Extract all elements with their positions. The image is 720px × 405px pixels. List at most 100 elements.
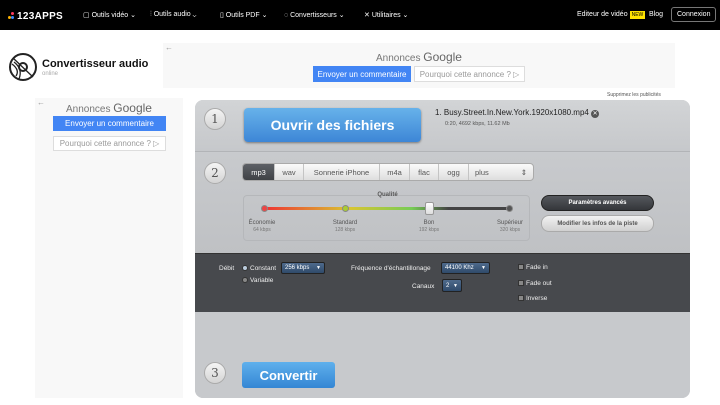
blog-link[interactable]: Blog (649, 11, 663, 18)
nav-label: Outils PDF (225, 12, 260, 19)
frequency-select[interactable]: 44100 Khz ▼ (441, 262, 490, 274)
level-name: Économie (248, 220, 276, 226)
google-brand: Google (423, 50, 462, 64)
nav-outils-video[interactable]: ▢ Outils vidéo ⌄ (83, 11, 136, 19)
nav-label: Convertisseurs (290, 12, 337, 19)
nav-utilitaires[interactable]: ✕ Utilitaires ⌄ (364, 11, 408, 19)
new-badge: NEW (629, 11, 646, 19)
converter-panel: 1 Ouvrir des fichiers 1. Busy.Street.In.… (195, 100, 690, 398)
open-files-button[interactable]: Ouvrir des fichiers (244, 108, 421, 142)
tab-more-formats[interactable]: plus ⇕ (469, 164, 533, 180)
side-ad: ← Annonces Google Envoyer un commentaire… (35, 98, 183, 398)
remove-ads-link[interactable]: Supprimez les publicités (607, 92, 661, 98)
updown-icon: ⇕ (520, 167, 527, 177)
constant-radio[interactable]: Constant (242, 265, 276, 272)
file-name: 1. Busy.Street.In.New.York.1920x1080.mp4… (435, 108, 600, 118)
quality-level: Supérieur 320 kbps (490, 220, 530, 234)
why-ad-button[interactable]: Pourquoi cette annonce ? ▷ (414, 66, 525, 82)
tab-flac[interactable]: flac (410, 164, 439, 180)
level-rate: 128 kbps (334, 227, 356, 233)
slider-stop[interactable] (506, 205, 513, 212)
nav-outils-pdf[interactable]: ▯ Outils PDF ⌄ (220, 11, 267, 19)
bitrate-value: 256 kbps (285, 265, 310, 271)
radio-icon (242, 277, 248, 284)
tab-ogg[interactable]: ogg (439, 164, 469, 180)
file-name-text: 1. Busy.Street.In.New.York.1920x1080.mp4 (435, 108, 589, 117)
feedback-button[interactable]: Envoyer un commentaire (313, 66, 411, 82)
editor-label: Editeur de vidéo (577, 11, 628, 18)
logo-icon (8, 11, 14, 20)
channels-select[interactable]: 2 ▼ (442, 279, 462, 292)
fade-in-checkbox[interactable]: Fade in (518, 264, 548, 271)
nav-convertisseurs[interactable]: ◌ Convertisseurs ⌄ (284, 11, 345, 19)
level-name: Standard (332, 220, 358, 226)
ad-label: Annonces Google (35, 101, 183, 115)
format-tabs: mp3 wav Sonnerie iPhone m4a flac ogg plu… (242, 163, 534, 181)
slider-stop[interactable] (342, 205, 349, 212)
tab-wav[interactable]: wav (275, 164, 304, 180)
advanced-settings-section: Débit Constant Variable 256 kbps ▼ Fréque… (195, 253, 690, 312)
ad-label-text: Annonces (66, 104, 111, 115)
level-rate: 64 kbps (253, 227, 271, 233)
remove-file-icon[interactable]: ✕ (591, 110, 600, 118)
convert-button[interactable]: Convertir (242, 362, 335, 388)
tab-m4a[interactable]: m4a (380, 164, 410, 180)
video-editor-link[interactable]: Editeur de vidéo NEW (577, 11, 646, 19)
quality-level: Économie 64 kbps (242, 220, 282, 234)
more-label: plus (475, 167, 489, 177)
channels-value: 2 (446, 282, 450, 289)
step-number: 1 (204, 108, 226, 130)
why-ad-label: Pourquoi cette annonce ? (59, 139, 151, 148)
tab-sonnerie-iphone[interactable]: Sonnerie iPhone (304, 164, 380, 180)
level-rate: 192 kbps (418, 227, 440, 233)
audio-disc-icon (8, 52, 38, 82)
step-number: 2 (204, 162, 226, 184)
feedback-button[interactable]: Envoyer un commentaire (53, 116, 166, 131)
top-navbar: 123APPS ▢ Outils vidéo ⌄ ⫶ Outils audio … (0, 0, 720, 30)
fade-out-checkbox[interactable]: Fade out (518, 280, 552, 287)
why-ad-label: Pourquoi cette annonce ? (419, 69, 511, 79)
why-ad-button[interactable]: Pourquoi cette annonce ? ▷ (53, 136, 166, 151)
slider-stop[interactable] (261, 205, 268, 212)
constant-label: Constant (250, 265, 277, 272)
tab-mp3[interactable]: mp3 (243, 164, 275, 180)
app-title: Convertisseur audio (42, 58, 149, 70)
nav-label: Outils audio (153, 11, 191, 18)
step-number: 3 (204, 362, 226, 384)
fade-in-label: Fade in (526, 264, 548, 271)
ad-label-text: Annonces (376, 53, 421, 64)
nav-label: Outils vidéo (91, 12, 129, 19)
top-ad: ← Annonces Google Envoyer un commentaire… (163, 43, 675, 88)
level-rate: 320 kbps (499, 227, 521, 233)
level-name: Bon (423, 220, 435, 226)
dropdown-icon: ▼ (481, 265, 486, 271)
quality-level: Bon 192 kbps (409, 220, 449, 234)
frequency-value: 44100 Khz (445, 265, 474, 271)
nav-label: Utilitaires (371, 12, 401, 19)
file-meta: 0:20, 4692 kbps, 11.62 Mb (445, 121, 510, 127)
checkbox-icon (518, 264, 524, 271)
bitrate-select[interactable]: 256 kbps ▼ (281, 262, 325, 274)
variable-radio[interactable]: Variable (242, 277, 273, 284)
nav-outils-audio[interactable]: ⫶ Outils audio ⌄ (150, 11, 196, 19)
reverse-label: Inverse (526, 295, 548, 302)
advanced-settings-button[interactable]: Paramètres avancés (541, 195, 654, 211)
ad-label: Annonces Google (163, 50, 675, 64)
brand-logo[interactable]: 123APPS (8, 11, 63, 22)
quality-slider-box: Qualité Économie 64 kbps Standard 128 kbps… (242, 192, 530, 241)
checkbox-icon (518, 295, 524, 302)
level-name: Supérieur (496, 220, 523, 226)
step-1-section: 1 Ouvrir des fichiers 1. Busy.Street.In.… (195, 100, 690, 152)
radio-checked-icon (242, 265, 248, 272)
dropdown-icon: ▼ (453, 282, 458, 289)
login-button[interactable]: Connexion (671, 7, 717, 22)
edit-track-info-button[interactable]: Modifier les infos de la piste (541, 215, 654, 232)
brand-name: 123APPS (17, 11, 64, 22)
slider-handle[interactable] (425, 202, 434, 215)
channels-label: Canaux (412, 283, 435, 290)
fade-out-label: Fade out (526, 280, 552, 287)
reverse-checkbox[interactable]: Inverse (518, 295, 547, 302)
quality-slider[interactable] (264, 207, 510, 210)
step-2-section: 2 mp3 wav Sonnerie iPhone m4a flac ogg p… (195, 153, 690, 253)
app-subtitle: online (42, 71, 59, 77)
